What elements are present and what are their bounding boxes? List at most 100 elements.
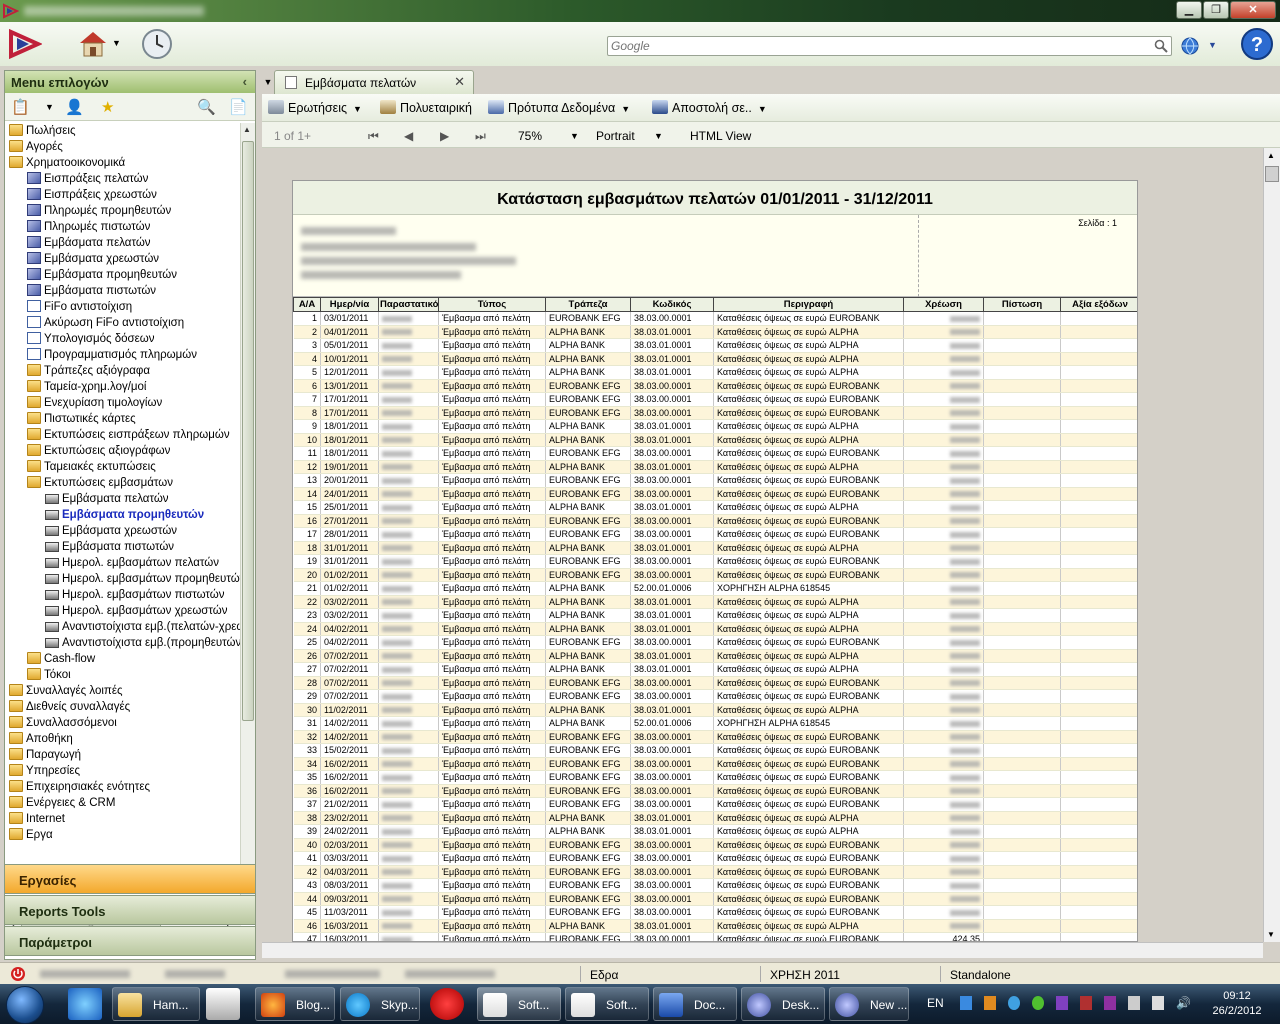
search-icon[interactable]	[1154, 39, 1168, 53]
find-icon[interactable]: 🔍	[197, 98, 216, 116]
tray-flag-icon[interactable]	[1152, 996, 1164, 1010]
search-input[interactable]	[608, 37, 1148, 55]
menu-tree-item[interactable]: Πιστωτικές κάρτες	[5, 411, 241, 427]
menu-tree-item[interactable]: Πωλήσεις	[5, 123, 241, 139]
favorites-star-icon[interactable]: ★	[101, 98, 114, 116]
taskbar-clock[interactable]: 09:12 26/2/2012	[1202, 989, 1272, 1019]
menu-tree-item[interactable]: Εισπράξεις χρεωστών	[5, 187, 241, 203]
queries-dropdown-icon[interactable]: ▼	[353, 104, 362, 114]
viewer-scroll-thumb[interactable]	[1265, 166, 1279, 182]
close-tab-icon[interactable]: ✕	[454, 74, 465, 90]
next-page-icon[interactable]: ▶	[440, 129, 449, 143]
menu-tree-item[interactable]: Εκτυπώσεις εμβασμάτων	[5, 475, 241, 491]
tray-messenger-icon[interactable]	[1008, 996, 1020, 1010]
globe-dropdown-icon[interactable]: ▼	[1208, 40, 1217, 50]
tray-tool-icon[interactable]	[1056, 996, 1068, 1010]
menu-tree-item[interactable]: Εμβάσματα χρεωστών	[5, 523, 241, 539]
collapse-panel-icon[interactable]: ‹	[243, 74, 247, 89]
user-icon[interactable]: 👤	[65, 98, 84, 116]
tray-usb-icon[interactable]	[1128, 996, 1140, 1010]
previous-page-icon[interactable]: ◀	[404, 129, 413, 143]
menu-tree-item[interactable]: Ημερολ. εμβασμάτων πελατών	[5, 555, 241, 571]
taskbar-desktop-button[interactable]: Desk...	[741, 987, 825, 1021]
power-icon[interactable]	[10, 966, 26, 982]
home-icon[interactable]	[76, 27, 110, 61]
viewer-scroll-up-icon[interactable]: ▲	[1267, 151, 1275, 160]
menu-tree-item[interactable]: Εκτυπώσεις αξιογράφων	[5, 443, 241, 459]
start-button[interactable]	[6, 986, 44, 1024]
menu-tree-item[interactable]: FiFo αντιστοίχιση	[5, 299, 241, 315]
accordion-parameters[interactable]: Παράμετροι	[4, 926, 256, 956]
last-page-icon[interactable]: ⏭	[475, 129, 486, 144]
tray-network-icon[interactable]	[960, 996, 972, 1010]
menu-tree-item[interactable]: Τόκοι	[5, 667, 241, 683]
menu-tree-item[interactable]: Cash-flow	[5, 651, 241, 667]
clipboard-icon[interactable]: 📋	[11, 98, 30, 116]
tab-list-dropdown-icon[interactable]: ▼	[262, 72, 274, 92]
menu-tree-item[interactable]: Ταμειακές εκτυπώσεις	[5, 459, 241, 475]
menu-tree-item[interactable]: Αναντιστοίχιστα εμβ.(προμηθευτών-πιστωτώ…	[5, 635, 241, 651]
tray-status-icon[interactable]	[1032, 996, 1044, 1010]
tray-onenote-icon[interactable]	[1104, 996, 1116, 1010]
accordion-tasks[interactable]: Εργασίες	[4, 864, 256, 894]
menu-tree-item[interactable]: Υπολογισμός δόσεων	[5, 331, 241, 347]
minimize-button[interactable]: ▁	[1176, 1, 1202, 19]
menu-tree-item[interactable]: Τράπεζες αξιόγραφα	[5, 363, 241, 379]
menu-tree-item[interactable]: Ταμεία-χρημ.λογ/μοί	[5, 379, 241, 395]
taskbar-new-button[interactable]: New ...	[829, 987, 909, 1021]
viewer-horizontal-scrollbar[interactable]	[262, 942, 1263, 958]
first-page-icon[interactable]: ⏮	[368, 129, 379, 144]
search-box[interactable]	[607, 36, 1172, 56]
viewer-scroll-down-icon[interactable]: ▼	[1267, 930, 1275, 939]
tab-customer-remittances[interactable]: Εμβάσματα πελατών ✕	[274, 70, 474, 94]
close-button[interactable]: ✕	[1230, 1, 1276, 19]
menu-tree-item[interactable]: Συναλλασσόμενοι	[5, 715, 241, 731]
tray-security-icon[interactable]	[1080, 996, 1092, 1010]
menu-tree-item[interactable]: Πληρωμές προμηθευτών	[5, 203, 241, 219]
menu-tree-item[interactable]: Ενέργειες & CRM	[5, 795, 241, 811]
menu-tree-item[interactable]: Συναλλαγές λοιπές	[5, 683, 241, 699]
taskbar-software-button-active[interactable]: Soft...	[477, 987, 561, 1021]
menu-tree-item[interactable]: Προγραμματισμός πληρωμών	[5, 347, 241, 363]
tray-app-icon[interactable]	[984, 996, 996, 1010]
menu-tree-item[interactable]: Χρηματοοικονομικά	[5, 155, 241, 171]
window-titlebar[interactable]: ▁ ❐ ✕	[0, 0, 1280, 22]
help-icon[interactable]: ?	[1240, 27, 1274, 61]
menu-tree-item[interactable]: Internet	[5, 811, 241, 827]
volume-icon[interactable]: 🔊	[1176, 996, 1191, 1010]
maximize-button[interactable]: ❐	[1203, 1, 1229, 19]
language-indicator[interactable]: EN	[927, 996, 944, 1010]
menu-tree-item[interactable]: Διεθνείς συναλλαγές	[5, 699, 241, 715]
taskbar-firefox-button[interactable]: Blog...	[255, 987, 335, 1021]
menu-tree-item[interactable]: Εμβάσματα προμηθευτών	[5, 507, 241, 523]
menu-tree-item[interactable]: Εμβάσματα πελατών	[5, 491, 241, 507]
menu-tree-item[interactable]: Εκτυπώσεις εισπράξεων πληρωμών	[5, 427, 241, 443]
orientation-dropdown-icon[interactable]: ▼	[654, 131, 663, 141]
menu-tree-item[interactable]: Υπηρεσίες	[5, 763, 241, 779]
menu-tree-item[interactable]: Εμβάσματα προμηθευτών	[5, 267, 241, 283]
media-player-icon[interactable]	[206, 988, 240, 1020]
taskbar-word-button[interactable]: Doc...	[653, 987, 737, 1021]
menu-tree-item[interactable]: Εισπράξεις πελατών	[5, 171, 241, 187]
menu-tree-item[interactable]: Αγορές	[5, 139, 241, 155]
menu-vertical-scrollbar[interactable]: ▲ ▼	[240, 123, 255, 915]
send-dropdown-icon[interactable]: ▼	[758, 104, 767, 114]
menu-tree-item[interactable]: Πληρωμές πιστωτών	[5, 219, 241, 235]
globe-icon[interactable]	[1180, 36, 1202, 58]
taskbar-software-button[interactable]: Soft...	[565, 987, 649, 1021]
orientation-select[interactable]: Portrait	[596, 129, 635, 143]
home-dropdown-icon[interactable]: ▼	[112, 38, 121, 48]
menu-tree-item[interactable]: Ακύρωση FiFo αντιστοίχιση	[5, 315, 241, 331]
taskbar-explorer-button[interactable]: Ham...	[112, 987, 200, 1021]
report-viewer[interactable]: Κατάσταση εμβασμάτων πελατών 01/01/2011 …	[262, 148, 1280, 958]
opera-icon[interactable]	[430, 988, 464, 1020]
menu-tree-item[interactable]: Επιχειρησιακές ενότητες	[5, 779, 241, 795]
menu-tree-item[interactable]: Παραγωγή	[5, 747, 241, 763]
menu-tree-item[interactable]: Αποθήκη	[5, 731, 241, 747]
menu-tree-item[interactable]: Εμβάσματα πιστωτών	[5, 283, 241, 299]
multi-company-button[interactable]: Πολυεταιρική	[380, 100, 472, 115]
menu-tree-item[interactable]: Ημερολ. εμβασμάτων πιστωτών	[5, 587, 241, 603]
app-logo-icon[interactable]	[8, 27, 42, 61]
zoom-dropdown-icon[interactable]: ▼	[570, 131, 579, 141]
data-templates-button[interactable]: Πρότυπα Δεδομένα ▼	[488, 100, 630, 115]
